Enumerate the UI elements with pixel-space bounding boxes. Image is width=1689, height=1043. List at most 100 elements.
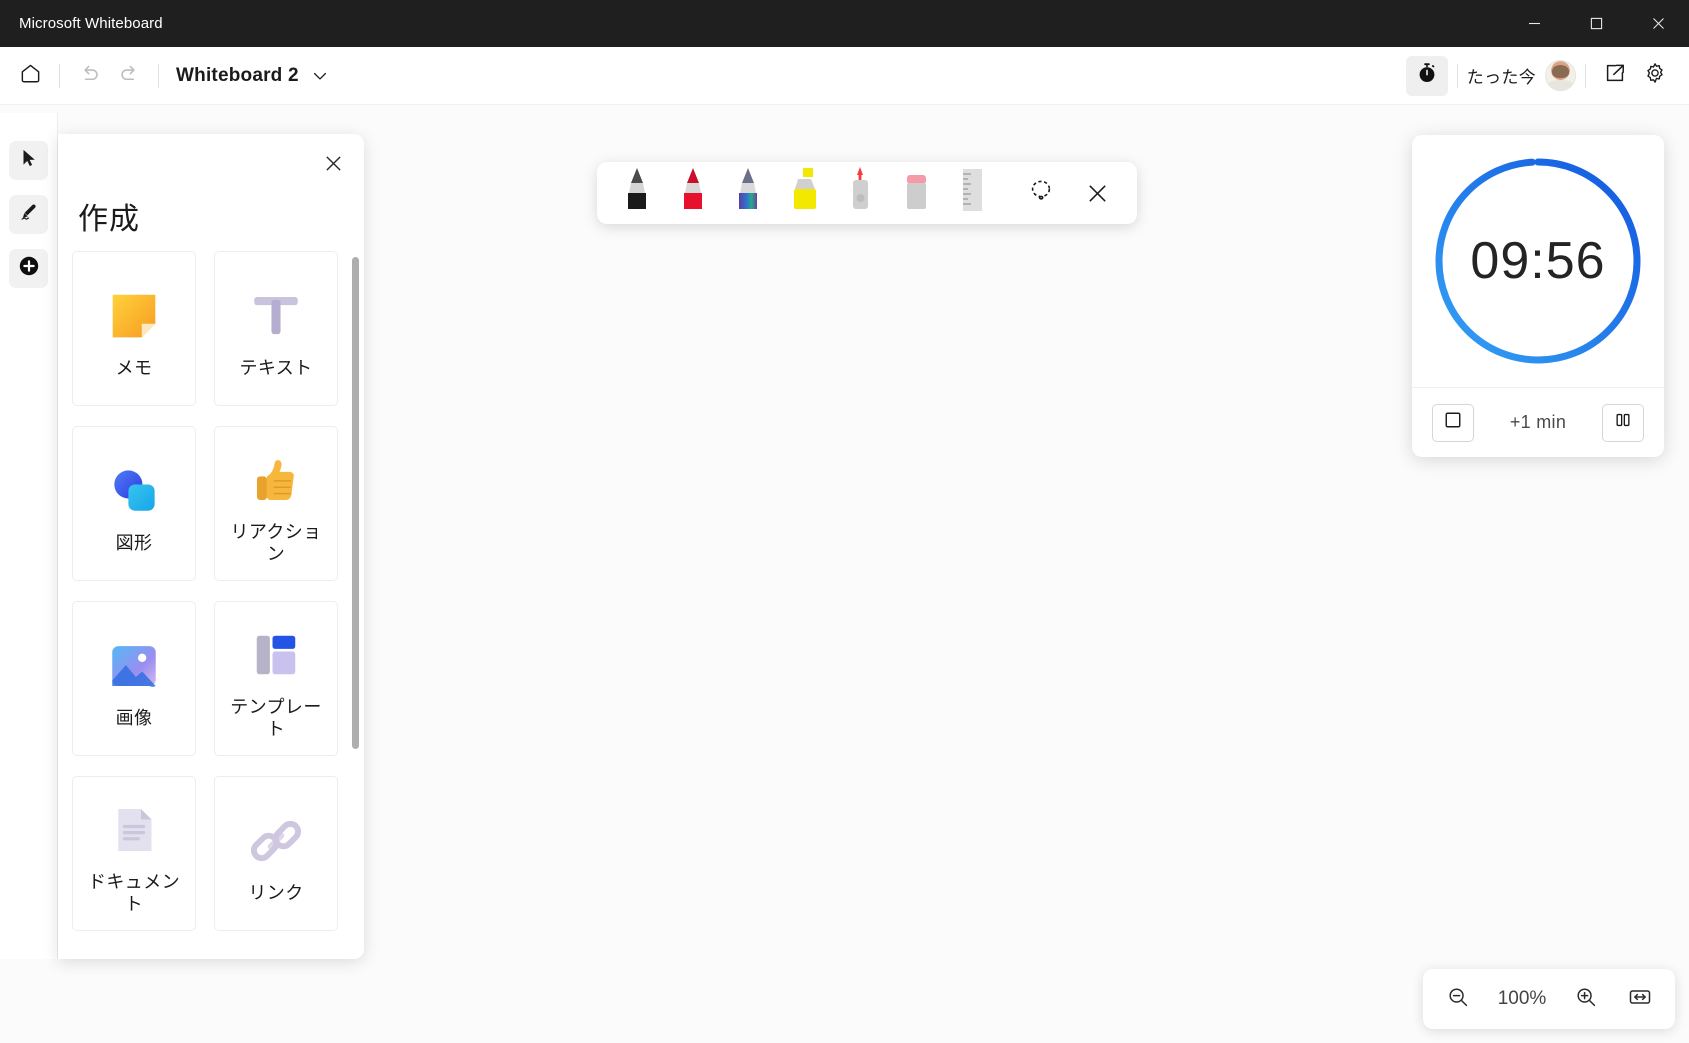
window-controls: [1503, 0, 1689, 47]
create-item-template[interactable]: テンプレート: [214, 601, 338, 756]
pen-tool-red[interactable]: [665, 162, 721, 224]
redo-icon: [118, 62, 141, 90]
close-button[interactable]: [1627, 0, 1689, 47]
settings-button[interactable]: [1635, 58, 1675, 94]
chevron-down-icon[interactable]: [310, 66, 330, 86]
home-button[interactable]: [10, 58, 50, 94]
board-title-group[interactable]: Whiteboard 2: [168, 65, 330, 87]
zoom-out-button[interactable]: [1437, 978, 1479, 1020]
document-icon: [106, 792, 162, 868]
pause-icon: [1614, 411, 1632, 434]
panel-scroll-area: メモ テキスト 図形 リアクション 画像 テンプレート ドキュメント リンク: [72, 251, 362, 951]
create-item-note[interactable]: メモ: [72, 251, 196, 406]
page-title: Whiteboard 2: [176, 64, 299, 86]
fit-to-screen-button[interactable]: [1619, 978, 1661, 1020]
panel-scrollbar[interactable]: [352, 257, 359, 749]
sidebar-item-ink[interactable]: [9, 195, 48, 234]
create-item-reaction[interactable]: リアクション: [214, 426, 338, 581]
window-title: Microsoft Whiteboard: [19, 15, 163, 32]
timer-toggle-button[interactable]: [1405, 55, 1448, 96]
pen-icon: [676, 165, 710, 224]
pen-toolbar: [597, 162, 1137, 224]
toolbar-divider-3: [1456, 63, 1458, 88]
create-item-label: テンプレート: [230, 696, 322, 739]
create-item-label: テキスト: [239, 357, 313, 378]
sidebar-item-create[interactable]: [9, 249, 48, 288]
timer-value: 09:56: [1470, 232, 1606, 290]
undo-button[interactable]: [69, 58, 109, 94]
toolbar-right-group: たった今: [1405, 55, 1675, 96]
pen-toolbar-close-button[interactable]: [1069, 162, 1125, 224]
timer-add-minute-button[interactable]: +1 min: [1510, 412, 1566, 433]
timer-pause-button[interactable]: [1601, 403, 1644, 442]
zoom-level-label[interactable]: 100%: [1491, 988, 1553, 1010]
create-item-label: 画像: [115, 707, 153, 728]
left-tool-rail: [0, 113, 58, 959]
undo-icon: [78, 62, 101, 90]
zoom-in-button[interactable]: [1565, 978, 1607, 1020]
create-item-document[interactable]: ドキュメント: [72, 776, 196, 931]
pen-tool-black[interactable]: [609, 162, 665, 224]
timer-stop-button[interactable]: [1432, 403, 1474, 442]
panel-close-button[interactable]: [316, 146, 350, 180]
ruler-icon: [954, 165, 990, 224]
toolbar-divider-2: [158, 63, 159, 88]
fit-to-screen-icon: [1627, 984, 1653, 1015]
timer-controls: +1 min: [1412, 387, 1664, 457]
shapes-icon: [104, 453, 164, 529]
template-icon: [248, 617, 304, 693]
share-button[interactable]: [1595, 58, 1635, 94]
create-item-label: 図形: [115, 532, 153, 553]
window-titlebar: Microsoft Whiteboard: [0, 0, 1689, 47]
image-icon: [105, 628, 163, 704]
highlighter-icon: [786, 165, 822, 224]
cursor-icon: [18, 147, 40, 174]
timer-widget: 09:56 +1 min: [1412, 135, 1664, 457]
avatar[interactable]: [1545, 60, 1576, 91]
whiteboard-app: Microsoft Whiteboard Whiteboard 2 たった今 作…: [0, 0, 1689, 1043]
lasso-select-button[interactable]: [1013, 162, 1069, 224]
toolbar-divider: [59, 63, 60, 88]
pen-tool-rainbow[interactable]: [721, 162, 777, 224]
highlighter-tool-yellow[interactable]: [776, 162, 832, 224]
create-items-grid: メモ テキスト 図形 リアクション 画像 テンプレート ドキュメント リンク: [72, 251, 362, 931]
link-icon: [247, 803, 305, 879]
pen-icon: [18, 201, 40, 228]
create-panel: 作成 メモ テキスト 図形 リアクション 画像 テンプレート ドキュメント リン…: [58, 134, 364, 959]
stop-square-icon: [1444, 411, 1462, 434]
sticky-note-icon: [103, 278, 165, 354]
toolbar-divider-4: [1585, 63, 1586, 88]
gear-icon: [1643, 61, 1667, 90]
create-item-label: リンク: [248, 882, 304, 903]
magnifier-minus-icon: [1446, 985, 1470, 1014]
home-icon: [19, 62, 42, 90]
app-toolbar: Whiteboard 2 たった今: [0, 47, 1689, 105]
eraser-tool[interactable]: [888, 162, 944, 224]
create-item-shapes[interactable]: 図形: [72, 426, 196, 581]
create-item-image[interactable]: 画像: [72, 601, 196, 756]
create-item-link[interactable]: リンク: [214, 776, 338, 931]
create-item-label: メモ: [115, 357, 153, 378]
redo-button[interactable]: [109, 58, 149, 94]
magnifier-plus-icon: [1574, 985, 1598, 1014]
pen-icon: [620, 165, 654, 224]
share-icon: [1603, 61, 1627, 90]
pen-icon: [731, 165, 765, 224]
text-icon: [247, 278, 305, 354]
zoom-controls: 100%: [1423, 969, 1675, 1029]
lasso-select-icon: [1027, 177, 1055, 210]
panel-title: 作成: [78, 203, 140, 236]
laser-pointer-tool[interactable]: [832, 162, 888, 224]
ruler-tool[interactable]: [944, 162, 1000, 224]
laser-pointer-icon: [844, 165, 876, 224]
plus-circle-icon: [17, 254, 41, 283]
maximize-button[interactable]: [1565, 0, 1627, 47]
thumbs-up-icon: [247, 442, 305, 518]
create-item-label: ドキュメント: [88, 871, 180, 914]
create-item-label: リアクション: [230, 521, 322, 564]
create-item-text[interactable]: テキスト: [214, 251, 338, 406]
sidebar-item-select[interactable]: [9, 141, 48, 180]
presence-indicator[interactable]: たった今: [1467, 60, 1576, 91]
eraser-icon: [899, 165, 933, 224]
minimize-button[interactable]: [1503, 0, 1565, 47]
